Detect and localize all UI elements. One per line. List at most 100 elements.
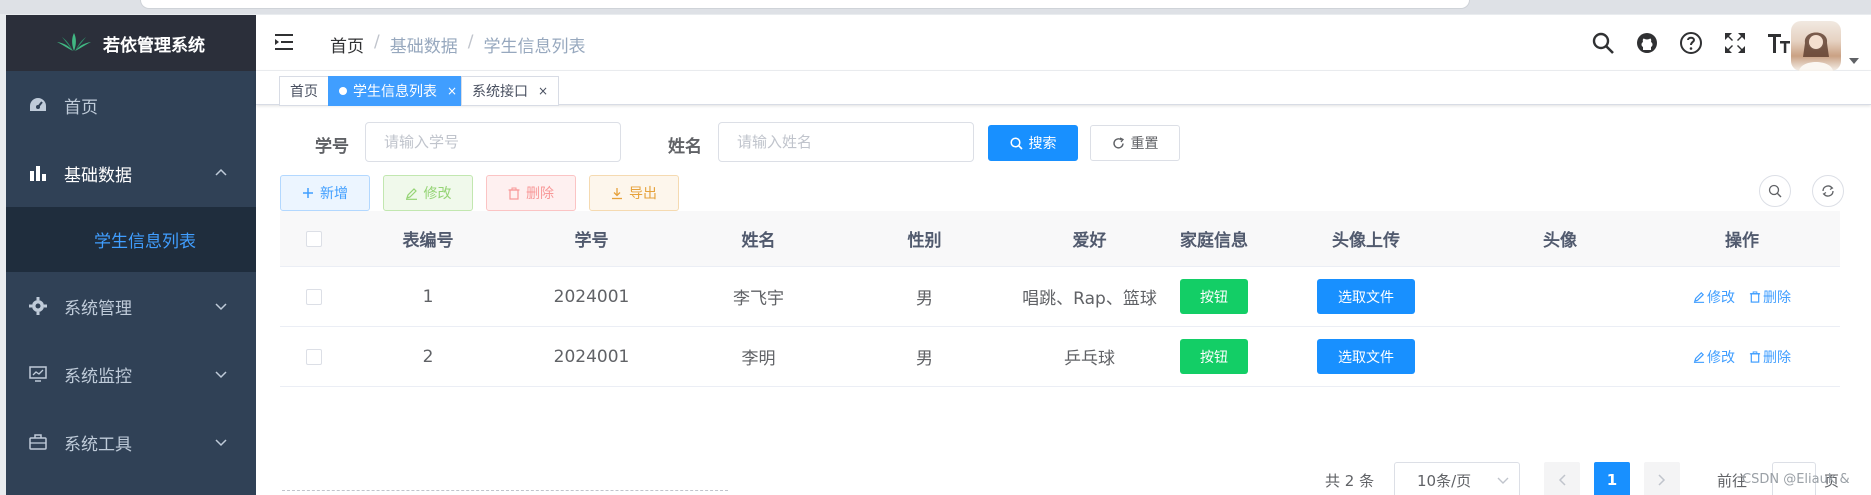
row-edit-link[interactable]: 修改: [1693, 287, 1735, 307]
cell-hobby: 乒乓球: [1064, 349, 1115, 369]
chevron-right-icon: [1658, 474, 1666, 486]
search-button-label: 搜索: [1028, 136, 1057, 152]
sidebar-subitem-student-list[interactable]: 学生信息列表: [6, 207, 256, 272]
hamburger-icon[interactable]: [274, 32, 294, 52]
tag-label: 首页: [290, 84, 318, 100]
bar-chart-icon: [28, 163, 48, 183]
reset-button[interactable]: 重置: [1090, 125, 1180, 161]
row-checkbox[interactable]: [306, 288, 322, 305]
family-button[interactable]: 按钮: [1180, 279, 1248, 314]
row-edit-link[interactable]: 修改: [1693, 347, 1735, 367]
github-icon[interactable]: [1635, 31, 1659, 55]
tag-student-list[interactable]: 学生信息列表 ×: [328, 76, 469, 106]
sidebar-item-system-monitor[interactable]: 系统监控: [6, 340, 256, 408]
browser-address-bar[interactable]: [140, 0, 1470, 9]
tag-label: 系统接口: [472, 84, 528, 100]
sidebar-item-label: 系统工具: [64, 434, 132, 455]
chevron-down-icon: [1497, 477, 1509, 484]
logo[interactable]: 若依管理系统: [6, 15, 256, 71]
export-button[interactable]: 导出: [589, 175, 679, 211]
browser-top-strip: [0, 0, 1871, 14]
row-delete-link[interactable]: 删除: [1749, 287, 1791, 307]
sidebar-item-label: 系统管理: [64, 298, 132, 319]
avatar[interactable]: [1791, 21, 1841, 71]
row-delete-link[interactable]: 删除: [1749, 347, 1791, 367]
reset-button-label: 重置: [1130, 136, 1159, 152]
checkbox-cell: [280, 327, 348, 386]
edit-button[interactable]: 修改: [383, 175, 473, 211]
cell-name: 李飞宇: [733, 289, 784, 309]
navbar: 首页 / 基础数据 / 学生信息列表: [256, 15, 1871, 71]
cell-family: 按钮: [1172, 267, 1256, 326]
student-no-input[interactable]: [365, 122, 621, 162]
toolbox-icon: [28, 432, 48, 452]
brand-title: 若依管理系统: [103, 35, 205, 56]
cell-name: 李明: [741, 349, 776, 369]
tags-view: 首页 学生信息列表 × 系统接口 ×: [256, 71, 1871, 106]
app-window: 若依管理系统 首页 基础数据 学生信息列表 系统管理 系统监控 系统工具 首页 …: [6, 15, 1871, 495]
cell-family: 按钮: [1172, 327, 1256, 386]
add-button-label: 新增: [320, 186, 348, 202]
sidebar-item-basic-data[interactable]: 基础数据: [6, 139, 256, 207]
gear-icon: [28, 296, 48, 316]
row-delete-label: 删除: [1763, 289, 1791, 306]
row-checkbox[interactable]: [306, 348, 322, 365]
cell-actions: 修改 删除: [1644, 267, 1840, 326]
fullscreen-icon[interactable]: [1723, 31, 1747, 55]
cell-student-no: 2024001: [553, 286, 630, 307]
close-icon[interactable]: ×: [447, 84, 457, 98]
active-dot-icon: [339, 87, 347, 95]
header-family: 家庭信息: [1180, 231, 1248, 251]
refresh-table-button[interactable]: [1812, 175, 1844, 207]
chevron-down-icon: [215, 303, 227, 311]
monitor-icon: [28, 364, 48, 384]
next-page-button[interactable]: [1644, 462, 1680, 495]
row-edit-label: 修改: [1707, 289, 1735, 306]
add-button[interactable]: 新增: [280, 175, 370, 211]
breadcrumb-home[interactable]: 首页: [330, 32, 364, 57]
prev-page-button[interactable]: [1544, 462, 1580, 495]
cell-actions: 修改 删除: [1644, 327, 1840, 386]
header-student-no: 学号: [574, 231, 609, 251]
header-avatar: 头像: [1543, 231, 1577, 251]
search-icon[interactable]: [1591, 31, 1615, 55]
family-button[interactable]: 按钮: [1180, 339, 1248, 374]
student-name-input[interactable]: [718, 122, 974, 162]
tag-system-api[interactable]: 系统接口 ×: [461, 76, 560, 106]
trash-icon: [1749, 350, 1761, 363]
breadcrumb-separator: /: [374, 32, 380, 52]
sidebar: 若依管理系统 首页 基础数据 学生信息列表 系统管理 系统监控 系统工具: [6, 15, 256, 495]
toggle-search-button[interactable]: [1759, 175, 1791, 207]
table-row: 2 2024001 李明 男 乒乓球 按钮 选取文件 修改 删除: [280, 327, 1840, 387]
header-gender: 性别: [907, 231, 942, 251]
page-size-value: 10条/页: [1417, 471, 1472, 490]
font-size-icon[interactable]: [1767, 31, 1791, 55]
select-file-button[interactable]: 选取文件: [1317, 279, 1415, 314]
breadcrumb: 首页 / 基础数据 / 学生信息列表: [330, 32, 585, 57]
header-hobby: 爱好: [1072, 231, 1107, 251]
caret-down-icon[interactable]: [1849, 57, 1859, 65]
search-button[interactable]: 搜索: [988, 125, 1078, 161]
delete-button[interactable]: 删除: [486, 175, 576, 211]
select-file-button[interactable]: 选取文件: [1317, 339, 1415, 374]
tag-home[interactable]: 首页: [279, 76, 329, 106]
cell-id: 1: [422, 286, 434, 307]
sidebar-item-home[interactable]: 首页: [6, 71, 256, 139]
sidebar-item-system-tools[interactable]: 系统工具: [6, 408, 256, 476]
student-name-label: 姓名: [668, 137, 702, 157]
sidebar-item-system-management[interactable]: 系统管理: [6, 272, 256, 340]
page-number-current[interactable]: 1: [1594, 462, 1630, 495]
student-no-label: 学号: [315, 137, 349, 157]
close-icon[interactable]: ×: [538, 84, 548, 98]
export-button-label: 导出: [629, 186, 657, 202]
header-checkbox-cell: [280, 211, 348, 266]
search-icon: [1009, 136, 1023, 150]
cell-avatar: [1476, 327, 1644, 386]
select-all-checkbox[interactable]: [306, 230, 322, 247]
breadcrumb-student-list: 学生信息列表: [483, 37, 586, 57]
help-icon[interactable]: [1679, 31, 1703, 55]
edit-icon: [405, 187, 417, 200]
pagination-total: 共 2 条: [1325, 472, 1375, 490]
page-size-select[interactable]: 10条/页: [1394, 462, 1520, 495]
cell-id: 2: [422, 346, 434, 367]
